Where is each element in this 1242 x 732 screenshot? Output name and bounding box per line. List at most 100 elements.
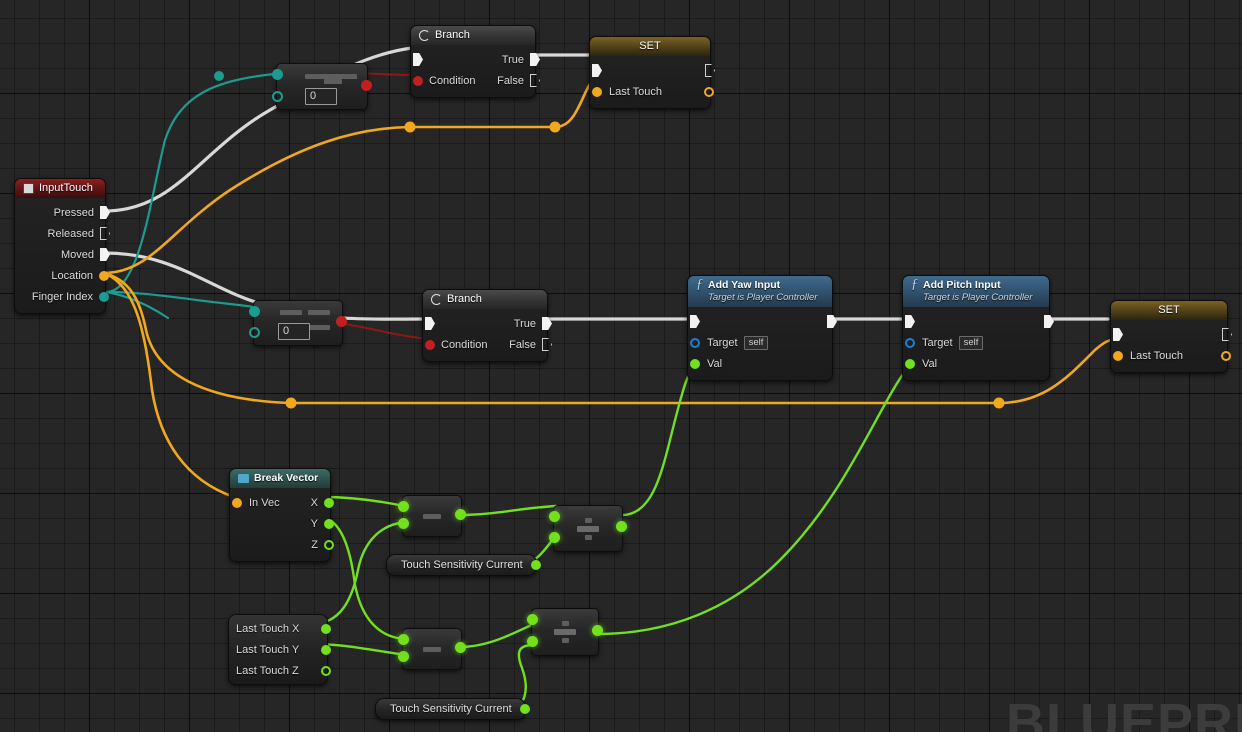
exec-out-pin[interactable] [827, 315, 837, 328]
node-add-pitch-input[interactable]: ƒ Add Pitch Input Target is Player Contr… [902, 275, 1054, 381]
float-out-pin[interactable] [519, 704, 530, 714]
node-equal-mid[interactable]: 0 [249, 300, 347, 346]
pin-row-variable[interactable]: Last Touch [590, 81, 714, 102]
vector-out-pin[interactable] [704, 86, 714, 97]
float-in-pin-a[interactable] [398, 634, 409, 645]
pin-row-condition-false[interactable]: Condition False [423, 334, 552, 355]
node-subtract-2[interactable] [398, 628, 466, 670]
pin-row-exec[interactable] [903, 311, 1054, 332]
pin-row-pressed[interactable]: Pressed [15, 202, 110, 223]
float-out-pin-x[interactable] [324, 497, 334, 508]
exec-out-pin-false[interactable] [530, 74, 540, 87]
node-input-touch[interactable]: InputTouch Pressed Released Moved Locati… [14, 178, 110, 314]
float-in-pin-a[interactable] [549, 511, 560, 522]
pin-row-y[interactable]: Y [230, 513, 334, 534]
float-out-pin-last-touch-x[interactable] [321, 623, 331, 634]
vector-out-pin-location[interactable] [99, 270, 109, 281]
float-in-pin-a[interactable] [398, 501, 409, 512]
pin-row-z[interactable]: Z [230, 534, 334, 555]
pin-row-last-touch-z[interactable]: Last Touch Z [229, 660, 331, 681]
exec-out-pin-false[interactable] [542, 338, 552, 351]
pin-row-released[interactable]: Released [15, 223, 110, 244]
pin-row-val[interactable]: Val [903, 353, 1049, 374]
exec-out-pin-true[interactable] [542, 317, 552, 330]
pin-row-in-vec-x[interactable]: In Vec X [230, 492, 334, 513]
node-last-touch-components[interactable]: Last Touch X Last Touch Y Last Touch Z [228, 614, 331, 685]
pin-row-val[interactable]: Val [688, 353, 832, 374]
int-in-pin-b[interactable] [272, 91, 283, 102]
float-out-pin[interactable] [455, 509, 466, 520]
exec-out-pin[interactable] [1222, 328, 1232, 341]
pin-row-exec[interactable] [688, 311, 837, 332]
int-in-pin-a[interactable] [272, 69, 283, 80]
float-out-pin[interactable] [592, 625, 603, 636]
float-out-pin[interactable] [530, 560, 541, 570]
vector-in-pin[interactable] [1113, 350, 1123, 361]
float-in-pin-val[interactable] [690, 358, 700, 369]
target-value[interactable]: self [958, 335, 984, 350]
float-in-pin-b[interactable] [527, 636, 538, 647]
pin-row-target[interactable]: Target self [688, 332, 832, 353]
exec-in-pin[interactable] [425, 317, 435, 330]
node-branch-top[interactable]: Branch True Condition False [410, 25, 540, 98]
exec-in-pin[interactable] [592, 64, 602, 77]
float-in-pin-b[interactable] [398, 518, 409, 529]
node-break-vector[interactable]: Break Vector In Vec X Y Z [229, 468, 334, 562]
int-in-pin-b[interactable] [249, 327, 260, 338]
pin-row-moved[interactable]: Moved [15, 244, 110, 265]
node-add-yaw-input[interactable]: ƒ Add Yaw Input Target is Player Control… [687, 275, 837, 381]
exec-in-pin[interactable] [1113, 328, 1123, 341]
node-set-last-touch-top[interactable]: SET Last Touch [589, 36, 715, 109]
exec-out-pin-pressed[interactable] [100, 206, 110, 219]
value-input-b[interactable]: 0 [305, 88, 337, 105]
object-in-pin-target[interactable] [690, 337, 700, 348]
float-in-pin-val[interactable] [905, 358, 915, 369]
exec-in-pin[interactable] [690, 315, 700, 328]
pin-row-exec[interactable] [1111, 324, 1232, 345]
pin-row-target[interactable]: Target self [903, 332, 1049, 353]
bool-out-pin[interactable] [336, 316, 347, 327]
float-out-pin-y[interactable] [324, 518, 334, 529]
pin-row-finger-index[interactable]: Finger Index [15, 286, 109, 307]
exec-out-pin-moved[interactable] [100, 248, 110, 261]
pin-row-exec-true[interactable]: True [411, 49, 540, 70]
target-value[interactable]: self [743, 335, 769, 350]
float-out-pin[interactable] [616, 521, 627, 532]
exec-out-pin[interactable] [705, 64, 715, 77]
exec-in-pin[interactable] [413, 53, 423, 66]
node-touch-sensitivity-current-1[interactable]: Touch Sensitivity Current [386, 554, 541, 576]
exec-out-pin-true[interactable] [530, 53, 540, 66]
float-in-pin-b[interactable] [398, 651, 409, 662]
float-out-pin-last-touch-y[interactable] [321, 644, 331, 655]
pin-row-exec-true[interactable]: True [423, 313, 552, 334]
pin-row-condition-false[interactable]: Condition False [411, 70, 540, 91]
pin-row-last-touch-x[interactable]: Last Touch X [229, 618, 331, 639]
float-out-pin-z[interactable] [324, 539, 334, 550]
vector-in-pin[interactable] [232, 497, 242, 508]
float-out-pin-last-touch-z[interactable] [321, 665, 331, 676]
node-set-last-touch-right[interactable]: SET Last Touch [1110, 300, 1232, 373]
object-in-pin-target[interactable] [905, 337, 915, 348]
pin-row-location[interactable]: Location [15, 265, 109, 286]
exec-out-pin-released[interactable] [100, 227, 110, 240]
float-out-pin[interactable] [455, 642, 466, 653]
node-branch-mid[interactable]: Branch True Condition False [422, 289, 552, 362]
vector-in-pin[interactable] [592, 86, 602, 97]
node-multiply-2[interactable] [527, 608, 603, 656]
value-input-b[interactable]: 0 [278, 323, 310, 340]
bool-out-pin[interactable] [361, 80, 372, 91]
float-in-pin-b[interactable] [549, 532, 560, 543]
exec-in-pin[interactable] [905, 315, 915, 328]
int-out-pin-finger-index[interactable] [99, 291, 109, 302]
bool-in-pin-condition[interactable] [413, 75, 423, 86]
float-in-pin-a[interactable] [527, 614, 538, 625]
pin-row-exec[interactable] [590, 60, 715, 81]
node-equal-top[interactable]: 0 [272, 63, 372, 110]
vector-out-pin[interactable] [1221, 350, 1231, 361]
int-in-pin-a[interactable] [249, 306, 260, 317]
pin-row-last-touch-y[interactable]: Last Touch Y [229, 639, 331, 660]
bool-in-pin-condition[interactable] [425, 339, 435, 350]
node-touch-sensitivity-current-2[interactable]: Touch Sensitivity Current [375, 698, 530, 720]
blueprint-canvas[interactable]: .w { fill:none; stroke-linecap:round; } … [0, 0, 1242, 732]
node-subtract-1[interactable] [398, 495, 466, 537]
